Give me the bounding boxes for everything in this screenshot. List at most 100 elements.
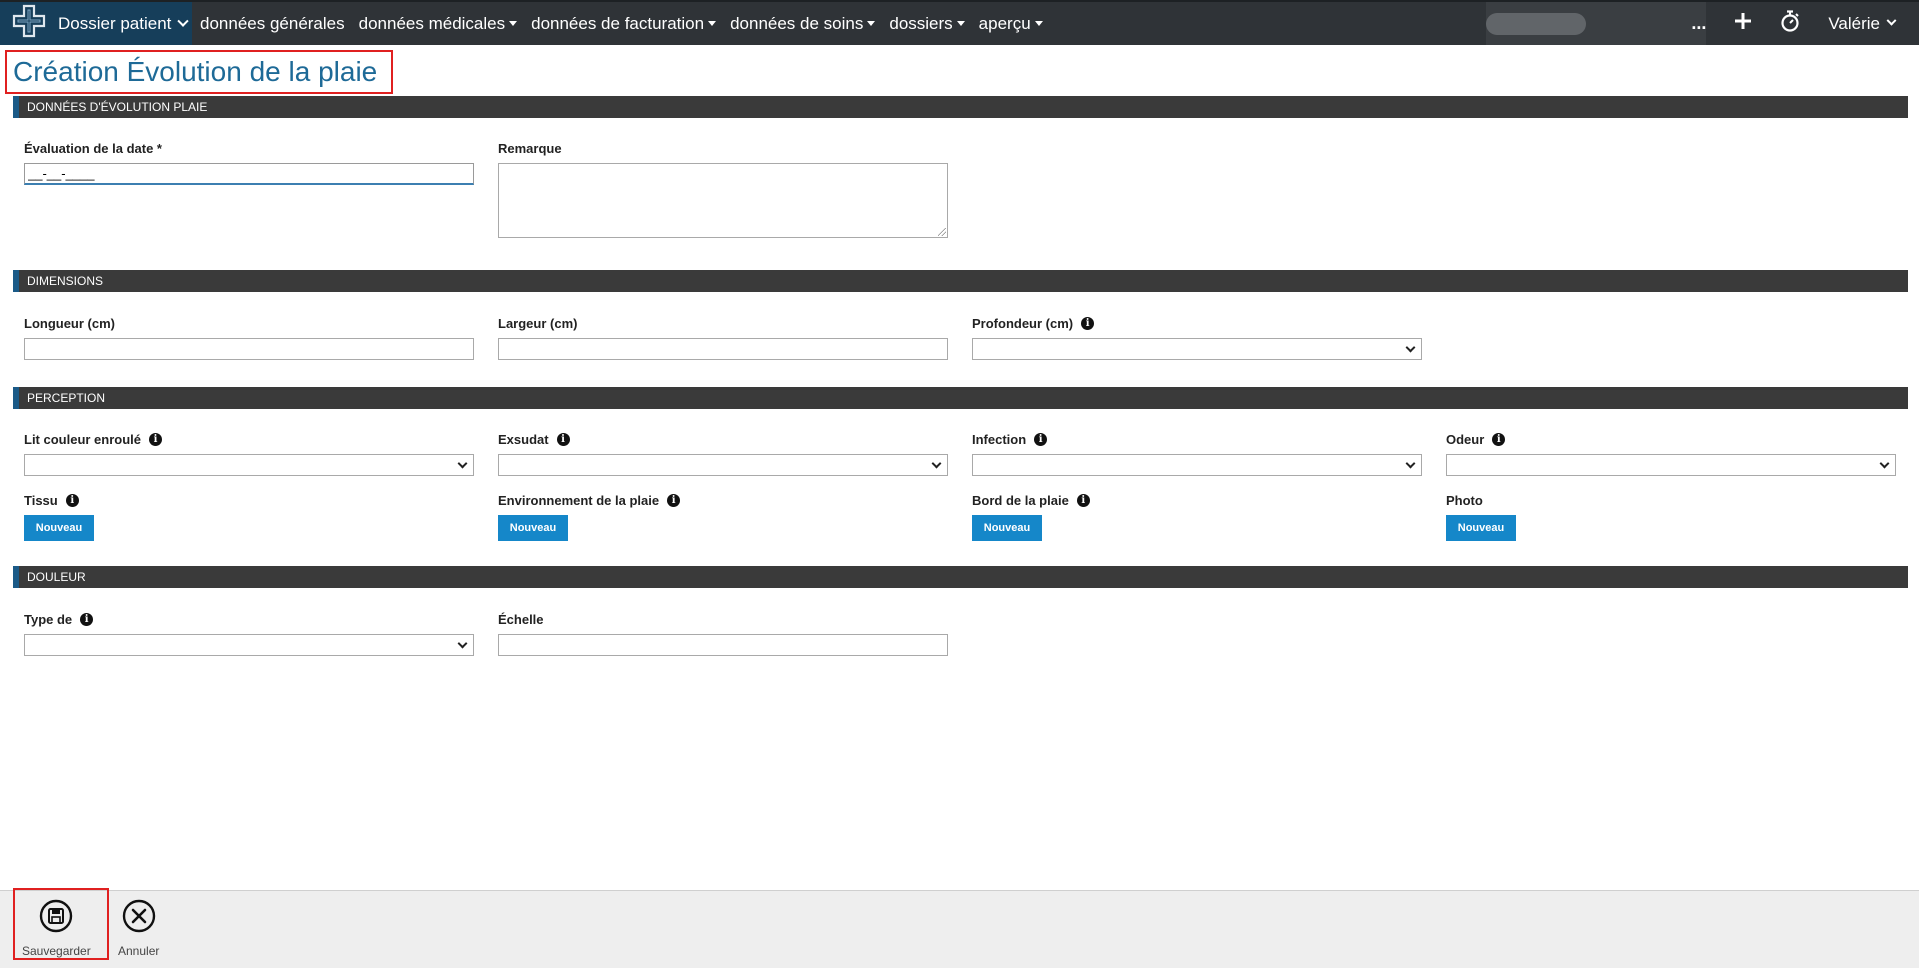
caret-down-icon (708, 21, 717, 26)
nav-overview[interactable]: aperçu (979, 14, 1043, 34)
edge-label: Bord de la plaie i (972, 493, 1090, 508)
pain-type-select[interactable] (24, 634, 474, 656)
section-header-pain: DOULEUR (13, 566, 1908, 588)
caret-down-icon (1034, 21, 1043, 26)
remark-textarea[interactable] (498, 163, 948, 238)
nav-billing-data[interactable]: données de facturation (531, 13, 717, 34)
user-menu[interactable]: Valérie (1828, 13, 1897, 34)
nav-files[interactable]: dossiers (889, 14, 965, 34)
main-nav: données générales données médicales donn… (200, 2, 1057, 45)
info-icon[interactable]: i (149, 433, 163, 446)
save-button-highlight (13, 888, 109, 960)
chevron-down-icon (177, 15, 190, 27)
bed-color-select[interactable] (24, 454, 474, 476)
close-circle-icon (122, 899, 156, 938)
exudate-label: Exsudat i (498, 432, 570, 447)
section-header-perception: PERCEPTION (13, 387, 1908, 409)
infection-select[interactable] (972, 454, 1422, 476)
odor-label: Odeur i (1446, 432, 1506, 447)
chevron-down-icon (931, 458, 942, 469)
pain-type-label: Type de i (24, 612, 94, 627)
user-name: Valérie (1828, 13, 1880, 33)
timer-button[interactable] (1780, 9, 1800, 38)
info-icon[interactable]: i (1492, 433, 1506, 446)
remark-label: Remarque (498, 141, 562, 156)
photo-label-text: Photo (1446, 493, 1483, 508)
tissue-label-text: Tissu (24, 493, 58, 508)
depth-label-text: Profondeur (cm) (972, 316, 1074, 331)
plus-icon (1734, 12, 1752, 36)
exudate-label-text: Exsudat (498, 432, 549, 447)
info-icon[interactable]: i (80, 613, 94, 626)
blurred-search-content (1486, 12, 1586, 35)
chevron-down-icon (1405, 458, 1416, 469)
medical-cross-logo-icon (12, 4, 58, 43)
nav-label: données générales (200, 13, 345, 33)
caret-down-icon (509, 21, 518, 26)
length-label: Longueur (cm) (24, 316, 115, 331)
more-label: ... (1691, 13, 1707, 33)
chevron-down-icon (457, 638, 468, 649)
info-icon[interactable]: i (1081, 317, 1095, 330)
action-footer: Sauvegarder Annuler (0, 890, 1919, 968)
environment-label-text: Environnement de la plaie (498, 493, 660, 508)
length-input[interactable] (24, 338, 474, 360)
exudate-select[interactable] (498, 454, 948, 476)
nav-label: données de soins (730, 13, 864, 33)
depth-label: Profondeur (cm) i (972, 316, 1095, 331)
tissue-new-button[interactable]: Nouveau (24, 515, 94, 541)
add-button[interactable] (1734, 12, 1752, 36)
pain-type-label-text: Type de (24, 612, 73, 627)
cancel-button[interactable]: Annuler (118, 899, 159, 958)
odor-select[interactable] (1446, 454, 1896, 476)
nav-label: aperçu (978, 13, 1031, 33)
section-header-dimensions: DIMENSIONS (13, 270, 1908, 292)
caret-down-icon (956, 21, 965, 26)
chevron-down-icon (1405, 342, 1416, 353)
caret-down-icon (867, 21, 876, 26)
top-navigation-bar: Dossier patient données générales donnée… (0, 0, 1919, 45)
bed-color-label-text: Lit couleur enroulé (24, 432, 142, 447)
evaluation-date-input[interactable] (24, 163, 474, 185)
info-icon[interactable]: i (556, 433, 570, 446)
patient-file-menu[interactable]: Dossier patient (0, 2, 192, 45)
depth-select[interactable] (972, 338, 1422, 360)
info-icon[interactable]: i (667, 494, 681, 507)
width-label: Largeur (cm) (498, 316, 577, 331)
pain-scale-input[interactable] (498, 634, 948, 656)
patient-search[interactable] (1486, 2, 1706, 45)
stopwatch-icon (1780, 9, 1800, 38)
chevron-down-icon (457, 458, 468, 469)
patient-file-label: Dossier patient (58, 13, 172, 33)
info-icon[interactable]: i (65, 494, 79, 507)
nav-general-data[interactable]: données générales (200, 14, 345, 34)
info-icon[interactable]: i (1034, 433, 1048, 446)
date-label-text: Évaluation de la date * (24, 141, 162, 156)
resize-grip-icon[interactable] (938, 228, 946, 236)
infection-label: Infection i (972, 432, 1048, 447)
nav-label: données médicales (358, 13, 506, 33)
date-label: Évaluation de la date * (24, 141, 162, 156)
pain-scale-label-text: Échelle (498, 612, 544, 627)
edge-new-button[interactable]: Nouveau (972, 515, 1042, 541)
remark-label-text: Remarque (498, 141, 562, 156)
length-label-text: Longueur (cm) (24, 316, 115, 331)
environment-new-button[interactable]: Nouveau (498, 515, 568, 541)
photo-new-button[interactable]: Nouveau (1446, 515, 1516, 541)
info-icon[interactable]: i (1076, 494, 1090, 507)
environment-label: Environnement de la plaie i (498, 493, 681, 508)
width-label-text: Largeur (cm) (498, 316, 578, 331)
nav-label: données de facturation (531, 13, 705, 33)
section-header-evolution: DONNÉES D'ÉVOLUTION PLAIE (13, 96, 1908, 118)
edge-label-text: Bord de la plaie (972, 493, 1069, 508)
chevron-down-icon (1886, 15, 1897, 26)
width-input[interactable] (498, 338, 948, 360)
page-title-highlight: Création Évolution de la plaie (5, 50, 393, 94)
cancel-label: Annuler (118, 944, 160, 958)
nav-care-data[interactable]: données de soins (730, 13, 876, 34)
toolbar-right: ... Valérie (1677, 2, 1919, 45)
photo-label: Photo (1446, 493, 1483, 508)
odor-label-text: Odeur (1446, 432, 1485, 447)
more-button[interactable]: ... (1691, 13, 1706, 34)
nav-medical-data[interactable]: données médicales (358, 13, 518, 34)
